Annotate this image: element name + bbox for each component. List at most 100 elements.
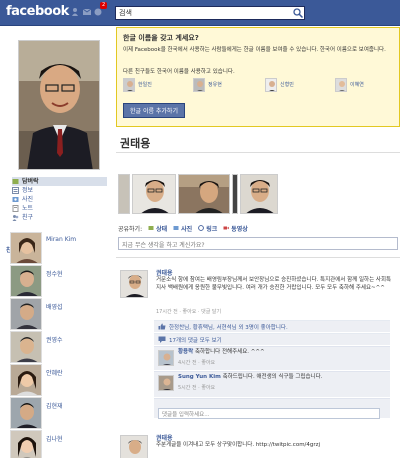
strip-photo[interactable] <box>178 174 230 214</box>
friend-avatar[interactable] <box>10 331 42 363</box>
comment-meta[interactable]: 4시간 전 · 좋아요 <box>178 359 215 366</box>
share-video-label: 동영상 <box>231 225 248 233</box>
share-link-label: 링크 <box>206 225 218 233</box>
search-input[interactable]: 검색 <box>115 6 305 20</box>
friend-name[interactable]: 권영수 <box>46 335 63 344</box>
promo-person[interactable]: 이혜연 <box>335 78 399 96</box>
view-all-comments-row[interactable]: 17개의 댓글 모두 보기 <box>154 333 390 345</box>
comment-author-avatar[interactable] <box>158 350 174 366</box>
wall-post: 권태용 거문소식 항에 참여는 배영림부장님께서 보안장님으로 승진하셨습니다.… <box>118 268 400 458</box>
promo-person[interactable]: 정유현 <box>193 78 257 96</box>
profile-name: 권태용 <box>120 137 151 150</box>
comment-input[interactable]: 댓글을 입력하세요... <box>158 408 380 419</box>
share-status-button[interactable]: 상태 <box>148 224 167 233</box>
nav-item-label: 담벼락 <box>22 178 39 185</box>
profile-photo[interactable] <box>18 40 100 170</box>
post-author-avatar[interactable] <box>120 270 148 298</box>
friend-requests-icon[interactable] <box>71 7 81 17</box>
notification-count-badge: 2 <box>100 2 108 9</box>
comment-body: 축하합니다 전해주세요. ^^^ <box>194 349 265 355</box>
comment-author[interactable]: Sung Yun Kim <box>178 374 221 380</box>
friend-item[interactable]: 김현재 <box>10 397 110 433</box>
video-icon <box>223 226 230 230</box>
left-column: 담벼락 정보 사진 노트 친구 친구 (174) Miran Kim <box>0 27 112 458</box>
friend-item[interactable]: 안혜란 <box>10 364 110 400</box>
share-video-button[interactable]: 동영상 <box>223 224 248 233</box>
messages-icon[interactable] <box>82 7 92 17</box>
like-icon <box>158 323 166 330</box>
status-icon <box>148 226 154 230</box>
strip-photo[interactable] <box>232 174 238 214</box>
nav-item-label: 노트 <box>22 205 34 212</box>
promo-person-avatar[interactable] <box>265 78 277 92</box>
nav-item-info[interactable]: 정보 <box>12 186 107 195</box>
friend-name[interactable]: Miran Kim <box>46 236 76 243</box>
comment-meta[interactable]: 5시간 전 · 좋아요 <box>178 384 215 391</box>
friend-name[interactable]: 김현재 <box>46 401 63 410</box>
friend-item[interactable]: 권영수 <box>10 331 110 367</box>
friend-avatar[interactable] <box>10 265 42 297</box>
friend-item[interactable]: 배영섭 <box>10 298 110 334</box>
post-text: 거문소식 항에 참여는 배영림부장님께서 보안장님으로 승진하셨습니다. 특지관… <box>156 277 392 291</box>
strip-photo[interactable] <box>240 174 278 214</box>
promo-person-name[interactable]: 한일진 <box>138 81 152 88</box>
friend-item[interactable]: Miran Kim <box>10 232 110 268</box>
comment-text: 황용락 축하합니다 전해주세요. ^^^ <box>178 349 386 356</box>
promo-person-avatar[interactable] <box>193 78 205 92</box>
promo-person-avatar[interactable] <box>123 78 135 92</box>
post-author-avatar[interactable] <box>120 435 148 458</box>
nav-item-label: 정보 <box>22 187 34 194</box>
comment-item: 황용락 축하합니다 전해주세요. ^^^ 4시간 전 · 좋아요 <box>154 346 390 370</box>
post-meta[interactable]: 17시간 전 · 좋아요 · 댓글 달기 <box>156 308 221 315</box>
promo-person-name[interactable]: 정유현 <box>208 81 222 88</box>
comment-author[interactable]: 황용락 <box>178 349 193 355</box>
friend-name[interactable]: 배영섭 <box>46 302 63 311</box>
friend-avatar[interactable] <box>10 364 42 396</box>
share-link-button[interactable]: 링크 <box>198 224 217 233</box>
friend-name[interactable]: 정수현 <box>46 269 63 278</box>
friend-avatar[interactable] <box>10 397 42 429</box>
share-status-label: 상태 <box>156 225 168 233</box>
promo-person-avatar[interactable] <box>335 78 347 92</box>
friend-avatar[interactable] <box>10 298 42 330</box>
friend-name[interactable]: 김나현 <box>46 434 63 443</box>
nav-item-notes[interactable]: 노트 <box>12 204 107 213</box>
friend-item[interactable]: 정수현 <box>10 265 110 301</box>
promo-person[interactable]: 신형민 <box>265 78 329 96</box>
promo-title: 한글 이름을 갖고 계세요? <box>123 34 199 42</box>
comment-author-avatar[interactable] <box>158 375 174 391</box>
friend-item[interactable]: 김나현 <box>10 430 110 458</box>
info-icon <box>12 187 19 194</box>
status-update-input[interactable]: 지금 무슨 생각을 하고 계신가요? <box>118 237 398 250</box>
search-icon[interactable] <box>292 7 304 19</box>
promo-person-name[interactable]: 이혜연 <box>350 81 364 88</box>
share-row: 공유하기: 상태 사진 링크 동영상 <box>118 223 398 233</box>
facebook-logo[interactable]: facebook <box>6 4 69 19</box>
nav-item-label: 친구 <box>22 214 34 221</box>
comment-body: 축하드립니다. 애전생의 식구들 그립습니다. <box>222 374 323 380</box>
share-photo-label: 사진 <box>181 225 193 233</box>
nav-item-label: 사진 <box>22 196 34 203</box>
friend-avatar[interactable] <box>10 430 42 458</box>
add-korean-name-button[interactable]: 한글 이름 추가하기 <box>123 103 185 118</box>
promo-person[interactable]: 한일진 <box>123 78 187 96</box>
friend-name[interactable]: 안혜란 <box>46 368 63 377</box>
post-likes-text[interactable]: 한정찬님, 황휴택님, 서현석님 외 3명이 좋아합니다. <box>169 323 288 331</box>
view-all-comments-link[interactable]: 17개의 댓글 모두 보기 <box>169 336 222 344</box>
main-column: 한글 이름을 갖고 계세요? 이제 Facebook을 한국에서 사용하는 사람… <box>116 27 400 458</box>
comment-item: Sung Yun Kim 축하드립니다. 애전생의 식구들 그립습니다. 5시간… <box>154 371 390 397</box>
nav-item-wall[interactable]: 담벼락 <box>12 177 107 186</box>
promo-person-name[interactable]: 신형민 <box>280 81 294 88</box>
strip-photo[interactable] <box>132 174 176 214</box>
nav-item-friends[interactable]: 친구 <box>12 213 107 222</box>
nav-item-photos[interactable]: 사진 <box>12 195 107 204</box>
promo-body: 이제 Facebook을 한국에서 사용하는 사람들에게는 한글 이름을 보여줄… <box>123 47 386 53</box>
strip-photo[interactable] <box>118 174 130 214</box>
divider <box>116 152 400 153</box>
post-text: 주분게글을 이겨내고 모두 상구맞이합니다. http://twitpic.co… <box>156 442 321 448</box>
friend-avatar[interactable] <box>10 232 42 264</box>
share-photo-button[interactable]: 사진 <box>173 224 192 233</box>
notes-icon <box>12 205 19 212</box>
photo-strip <box>118 174 398 214</box>
photo-icon <box>173 226 179 230</box>
